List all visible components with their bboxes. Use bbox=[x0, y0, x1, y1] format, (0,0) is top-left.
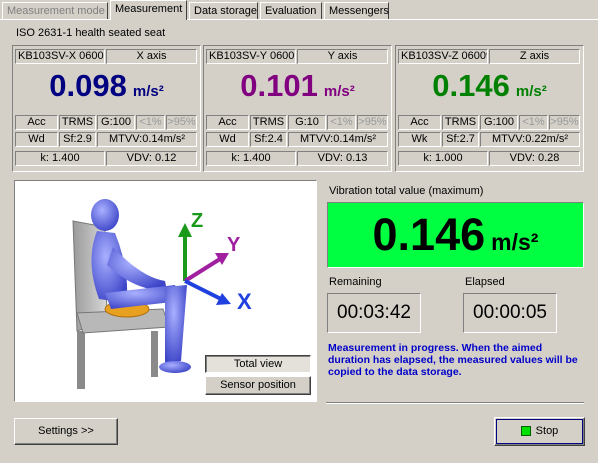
overrange-indicator: >95% bbox=[549, 115, 580, 130]
tab-measurement[interactable]: Measurement bbox=[110, 0, 187, 20]
total-value: 0.146 bbox=[372, 209, 486, 260]
sensor-name: KB103SV-X 06009 bbox=[15, 49, 105, 64]
tab-messengers[interactable]: Messengers bbox=[324, 2, 389, 19]
safety-factor: Sf:2.7 bbox=[442, 132, 479, 147]
z-axis-panel: KB103SV-Z 06009 Z axis 0.146 m/s² Acc TRM… bbox=[395, 45, 584, 172]
settings-button[interactable]: Settings >> bbox=[14, 418, 118, 445]
acc-label: Acc bbox=[398, 115, 441, 130]
tab-bar: Measurement mode Measurement Data storag… bbox=[0, 0, 598, 20]
underrange-indicator: <1% bbox=[519, 115, 548, 130]
weighting-label: Wd bbox=[15, 132, 58, 147]
axis-name: X axis bbox=[106, 49, 197, 64]
safety-factor: Sf:2.9 bbox=[59, 132, 96, 147]
total-value-display: 0.146 m/s² bbox=[327, 202, 584, 268]
total-unit: m/s² bbox=[491, 229, 539, 255]
figure-head bbox=[91, 199, 119, 231]
underrange-indicator: <1% bbox=[327, 115, 356, 130]
gain-label: G:100 bbox=[480, 115, 518, 130]
axis-value: 0.146 bbox=[432, 68, 510, 103]
tab-measurement-mode[interactable]: Measurement mode bbox=[2, 2, 108, 19]
stop-label: Stop bbox=[535, 425, 559, 437]
sensor-name: KB103SV-Z 06009 bbox=[398, 49, 488, 64]
chair-leg bbox=[151, 331, 158, 377]
stop-button[interactable]: Stop bbox=[494, 417, 585, 446]
mtvv-value: MTVV:0.22m/s² bbox=[480, 132, 580, 147]
y-axis-panel: KB103SV-Y 06009 Y axis 0.101 m/s² Acc TRM… bbox=[203, 45, 392, 172]
underrange-indicator: <1% bbox=[136, 115, 165, 130]
k-factor: k: 1.400 bbox=[15, 151, 105, 166]
total-view-button[interactable]: Total view bbox=[205, 355, 311, 373]
tab-data-storage[interactable]: Data storage bbox=[189, 2, 258, 19]
remaining-label: Remaining bbox=[329, 276, 382, 288]
axis-value: 0.101 bbox=[240, 68, 318, 103]
separator bbox=[326, 402, 584, 404]
stop-indicator-icon bbox=[520, 426, 531, 437]
safety-factor: Sf:2.4 bbox=[250, 132, 287, 147]
axis-name: Z axis bbox=[489, 49, 580, 64]
vdv-value: VDV: 0.12 bbox=[106, 151, 197, 166]
seated-figure-view: Z Y X Total view Sensor position bbox=[14, 180, 317, 402]
x-axis-label: X bbox=[237, 289, 252, 314]
vdv-value: VDV: 0.28 bbox=[489, 151, 580, 166]
axis-value-display: 0.098 m/s² bbox=[13, 68, 200, 108]
remaining-time: 00:03:42 bbox=[327, 293, 421, 333]
axis-unit: m/s² bbox=[132, 83, 164, 100]
axis-value-display: 0.146 m/s² bbox=[396, 68, 583, 108]
overrange-indicator: >95% bbox=[166, 115, 197, 130]
acc-label: Acc bbox=[206, 115, 249, 130]
x-axis-panel: KB103SV-X 06009 X axis 0.098 m/s² Acc TRM… bbox=[12, 45, 201, 172]
k-factor: k: 1.400 bbox=[206, 151, 296, 166]
y-axis-label: Y bbox=[227, 234, 241, 256]
axis-name: Y axis bbox=[297, 49, 388, 64]
figure-foot bbox=[159, 361, 191, 373]
acc-label: Acc bbox=[15, 115, 58, 130]
weighting-label: Wd bbox=[206, 132, 249, 147]
status-message: Measurement in progress. When the aimed … bbox=[328, 342, 578, 378]
trms-label: TRMS bbox=[59, 115, 96, 130]
trms-label: TRMS bbox=[250, 115, 287, 130]
sensor-position-button[interactable]: Sensor position bbox=[205, 376, 311, 395]
tab-evaluation[interactable]: Evaluation bbox=[260, 2, 322, 19]
x-axis-arrow bbox=[184, 279, 222, 301]
page-title: ISO 2631-1 health seated seat bbox=[16, 27, 166, 39]
tab-bar-line bbox=[0, 19, 598, 20]
elapsed-time: 00:00:05 bbox=[463, 293, 557, 333]
elapsed-label: Elapsed bbox=[465, 276, 505, 288]
axis-unit: m/s² bbox=[323, 83, 355, 100]
total-value-label: Vibration total value (maximum) bbox=[329, 185, 484, 197]
axis-value: 0.098 bbox=[49, 68, 127, 103]
mtvv-value: MTVV:0.14m/s² bbox=[97, 132, 197, 147]
overrange-indicator: >95% bbox=[357, 115, 388, 130]
axis-value-display: 0.101 m/s² bbox=[204, 68, 391, 108]
z-axis-label: Z bbox=[191, 210, 203, 232]
gain-label: G:10 bbox=[288, 115, 326, 130]
z-arrowhead bbox=[178, 223, 192, 237]
vdv-value: VDV: 0.13 bbox=[297, 151, 388, 166]
mtvv-value: MTVV:0.14m/s² bbox=[288, 132, 388, 147]
weighting-label: Wk bbox=[398, 132, 441, 147]
figure-shin bbox=[165, 285, 187, 363]
k-factor: k: 1.000 bbox=[398, 151, 488, 166]
sensor-name: KB103SV-Y 06009 bbox=[206, 49, 296, 64]
chair-leg bbox=[77, 331, 85, 389]
axis-unit: m/s² bbox=[515, 83, 547, 100]
gain-label: G:100 bbox=[97, 115, 135, 130]
y-axis-arrow bbox=[183, 257, 222, 283]
trms-label: TRMS bbox=[442, 115, 479, 130]
